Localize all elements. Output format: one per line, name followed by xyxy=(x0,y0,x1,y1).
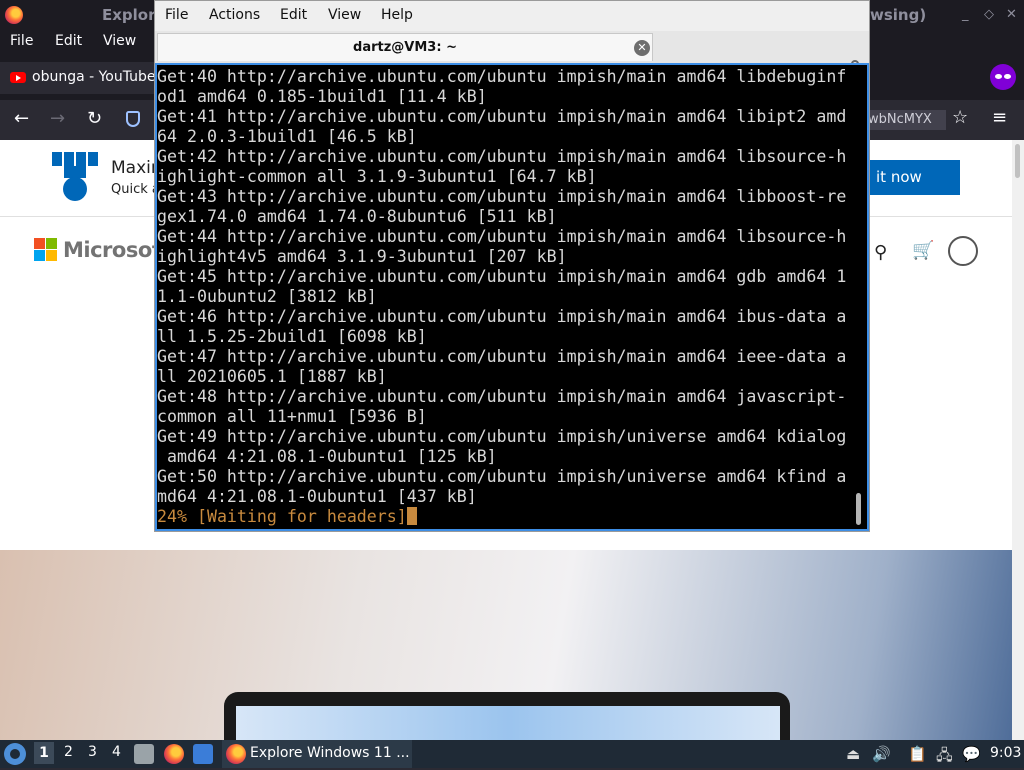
windows-logo-icon xyxy=(52,152,98,201)
workspace-3[interactable]: 3 xyxy=(88,744,97,760)
terminal-line: ll 20210605.1 [1887 kB] xyxy=(157,367,387,386)
terminal-status-line: 24% [Waiting for headers] xyxy=(157,507,407,526)
terminal-cursor xyxy=(406,507,417,525)
terminal-line: gex1.74.0 amd64 1.74.0-8ubuntu6 [511 kB] xyxy=(157,207,557,226)
menu-file[interactable]: File xyxy=(10,33,33,49)
search-icon[interactable]: ⚲ xyxy=(874,242,887,263)
terminal-line: ighlight-common all 3.1.9-3ubuntu1 [64.7… xyxy=(157,167,597,186)
cart-icon[interactable]: 🛒 xyxy=(912,240,934,261)
firefox-icon xyxy=(226,744,246,764)
desktop-icon[interactable] xyxy=(193,744,213,764)
laptop-image xyxy=(224,692,790,740)
hero-image xyxy=(0,550,1012,740)
terminal-line: Get:44 http://archive.ubuntu.com/ubuntu … xyxy=(157,227,847,246)
upload-icon[interactable]: ⏏ xyxy=(846,745,860,763)
shield-icon[interactable] xyxy=(126,111,140,127)
tab-youtube[interactable]: obunga - YouTube xyxy=(0,62,156,94)
terminal-line: 1.1-0ubuntu2 [3812 kB] xyxy=(157,287,377,306)
clipboard-icon[interactable]: 📋 xyxy=(908,745,927,763)
hamburger-icon[interactable]: ≡ xyxy=(992,107,1007,128)
terminal-line: amd64 4:21.08.1-0ubuntu1 [125 kB] xyxy=(166,447,497,466)
close-icon[interactable]: ✕ xyxy=(1006,7,1017,22)
terminal-line: md64 4:21.08.1-0ubuntu1 [437 kB] xyxy=(157,487,477,506)
terminal-lines: Get:40 http://archive.ubuntu.com/ubuntu … xyxy=(157,67,846,506)
menu-view[interactable]: View xyxy=(103,33,136,49)
terminal-menu-file[interactable]: File xyxy=(165,7,188,23)
forward-icon[interactable]: → xyxy=(50,108,65,129)
star-icon[interactable]: ☆ xyxy=(952,107,968,128)
terminal-output-area[interactable]: Get:40 http://archive.ubuntu.com/ubuntu … xyxy=(155,63,869,531)
reload-icon[interactable]: ↻ xyxy=(87,108,102,129)
terminal-menubar: File Actions Edit View Help xyxy=(155,1,869,31)
terminal-line: od1 amd64 0.185-1build1 [11.4 kB] xyxy=(157,87,487,106)
terminal-menu-help[interactable]: Help xyxy=(381,7,413,23)
terminal-scrollbar[interactable] xyxy=(851,65,867,529)
terminal-line: Get:45 http://archive.ubuntu.com/ubuntu … xyxy=(157,267,847,286)
terminal-line: Get:42 http://archive.ubuntu.com/ubuntu … xyxy=(157,147,847,166)
terminal-line: Get:49 http://archive.ubuntu.com/ubuntu … xyxy=(157,427,847,446)
network-icon[interactable]: 🖧 xyxy=(936,745,953,770)
terminal-line: Get:48 http://archive.ubuntu.com/ubuntu … xyxy=(157,387,847,406)
taskbar-task-label: Explore Windows 11 ... xyxy=(250,745,410,761)
firefox-icon xyxy=(5,6,23,24)
terminal-line: common all 11+nmu1 [5936 B] xyxy=(157,407,427,426)
private-browsing-icon xyxy=(990,64,1016,90)
terminal-tab-title: dartz@VM3: ~ xyxy=(353,40,457,55)
firefox-window-title-end: wsing) xyxy=(870,6,927,24)
terminal-line: ll 1.5.25-2build1 [6098 kB] xyxy=(157,327,427,346)
firefox-launcher-icon[interactable] xyxy=(164,744,184,764)
tab-label: obunga - YouTube xyxy=(32,69,156,85)
terminal-line: Get:40 http://archive.ubuntu.com/ubuntu … xyxy=(157,67,847,86)
clock[interactable]: 9:03 xyxy=(990,745,1021,761)
banner-subtitle: Quick a xyxy=(111,182,160,197)
minimize-icon[interactable]: _ xyxy=(962,7,969,22)
terminal-tab[interactable]: dartz@VM3: ~ ✕ xyxy=(157,33,653,61)
terminal-line: Get:50 http://archive.ubuntu.com/ubuntu … xyxy=(157,467,847,486)
notification-icon[interactable]: 💬 xyxy=(962,745,981,763)
terminal-window[interactable]: File Actions Edit View Help dartz@VM3: ~… xyxy=(154,0,870,532)
volume-icon[interactable]: 🔊 xyxy=(872,745,891,763)
terminal-line: Get:46 http://archive.ubuntu.com/ubuntu … xyxy=(157,307,847,326)
back-icon[interactable]: ← xyxy=(14,108,29,129)
file-manager-icon[interactable] xyxy=(134,744,154,764)
workspace-2[interactable]: 2 xyxy=(64,744,73,760)
terminal-output: Get:40 http://archive.ubuntu.com/ubuntu … xyxy=(157,67,851,527)
terminal-line: ighlight4v5 amd64 3.1.9-3ubuntu1 [207 kB… xyxy=(157,247,567,266)
workspace-4[interactable]: 4 xyxy=(112,744,121,760)
taskbar: 1 2 3 4 Explore Windows 11 ... ⏏ 🔊 📋 🖧 💬… xyxy=(0,740,1024,768)
terminal-menu-actions[interactable]: Actions xyxy=(209,7,260,23)
account-icon[interactable] xyxy=(948,236,978,266)
maximize-icon[interactable]: ◇ xyxy=(984,7,994,22)
page-scrollbar[interactable] xyxy=(1012,140,1024,740)
close-icon[interactable]: ✕ xyxy=(634,40,650,56)
terminal-line: Get:43 http://archive.ubuntu.com/ubuntu … xyxy=(157,187,847,206)
terminal-tabbar: dartz@VM3: ~ ✕ xyxy=(155,31,869,77)
terminal-menu-view[interactable]: View xyxy=(328,7,361,23)
taskbar-task-firefox[interactable]: Explore Windows 11 ... xyxy=(222,740,412,768)
terminal-line: 64 2.0.3-1build1 [46.5 kB] xyxy=(157,127,417,146)
firefox-window-title: Explor xyxy=(102,6,156,24)
menu-edit[interactable]: Edit xyxy=(55,33,82,49)
youtube-icon xyxy=(10,72,26,83)
workspace-1[interactable]: 1 xyxy=(34,742,54,764)
terminal-line: Get:47 http://archive.ubuntu.com/ubuntu … xyxy=(157,347,847,366)
url-field[interactable]: wbNcMYX xyxy=(868,110,946,130)
terminal-menu-edit[interactable]: Edit xyxy=(280,7,307,23)
start-menu-icon[interactable] xyxy=(4,743,26,765)
terminal-line: Get:41 http://archive.ubuntu.com/ubuntu … xyxy=(157,107,847,126)
